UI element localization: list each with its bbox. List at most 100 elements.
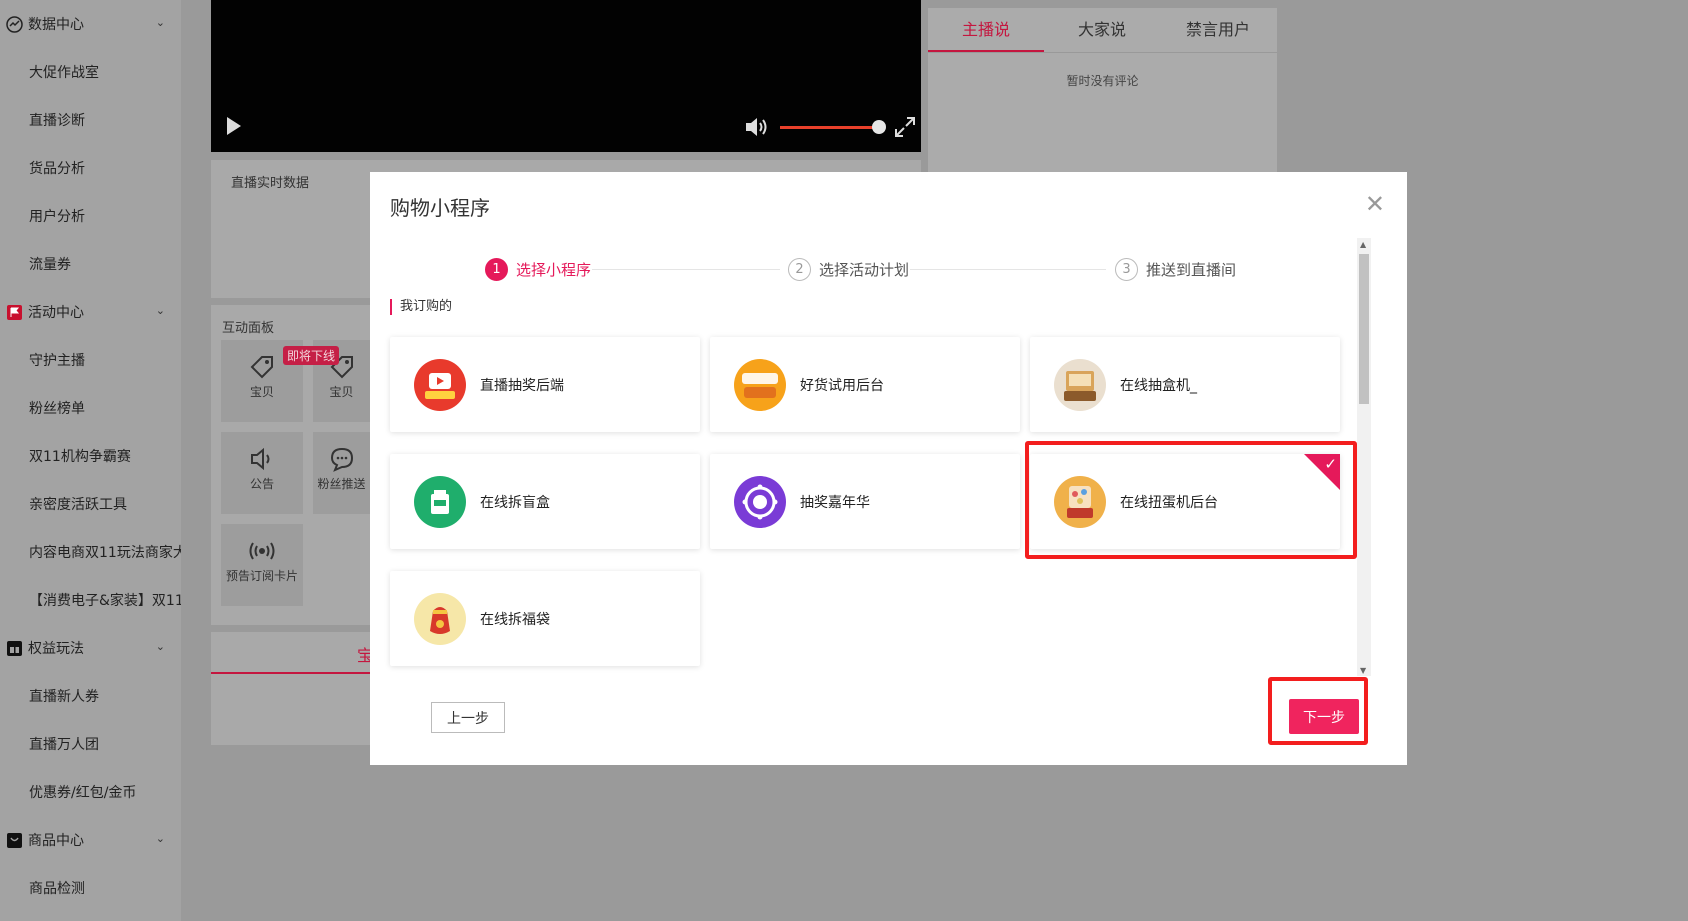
sidebar-item[interactable]: 双11机构争霸赛 — [0, 441, 181, 471]
sidebar-item[interactable]: 流量券 — [0, 249, 181, 279]
stepper: 1 选择小程序 2 选择活动计划 3 推送到直播间 — [485, 258, 1255, 282]
chat-icon — [313, 445, 370, 475]
miniapp-grid: 直播抽奖后端 好货试用后台 在线抽盒机_ 在线拆盲盒 抽奖嘉年华 在线扭蛋机后台… — [390, 337, 1344, 697]
chart-circle-icon — [6, 15, 23, 33]
close-icon[interactable]: ✕ — [1365, 190, 1385, 218]
flag-icon — [6, 304, 23, 321]
sidebar-item[interactable]: 粉丝榜单 — [0, 393, 181, 423]
miniapp-card-lottery-carnival[interactable]: 抽奖嘉年华 — [710, 454, 1020, 549]
step-3: 3 推送到直播间 — [1115, 258, 1236, 281]
previous-step-button[interactable]: 上一步 — [431, 702, 505, 733]
step-connector — [592, 269, 780, 270]
panel-title: 互动面板 — [222, 321, 275, 336]
chevron-down-icon[interactable]: ⌄ — [156, 640, 165, 653]
sidebar-item[interactable]: 大促作战室 — [0, 57, 181, 87]
dialog-title: 购物小程序 — [390, 196, 490, 220]
scrollbar[interactable]: ▲ ▼ — [1357, 238, 1371, 676]
sidebar-section-data-center[interactable]: 数据中心 ⌄ — [0, 9, 181, 39]
sidebar-section-label: 权益玩法 — [28, 641, 84, 657]
tile-label: 预告订阅卡片 — [225, 569, 298, 583]
tile-label: 公告 — [249, 477, 274, 491]
panel-title: 直播实时数据 — [231, 176, 310, 191]
miniapp-label: 在线拆盲盒 — [480, 494, 550, 511]
sidebar-section-benefits[interactable]: 权益玩法 ⌄ — [0, 633, 181, 663]
miniapp-label: 直播抽奖后端 — [480, 377, 564, 394]
volume-slider-track[interactable] — [780, 126, 876, 129]
fullscreen-icon[interactable] — [894, 116, 916, 142]
tv-lottery-icon — [414, 358, 466, 411]
step-label: 选择小程序 — [516, 261, 592, 279]
sidebar-section-product-center[interactable]: 商品中心 ⌄ — [0, 825, 181, 855]
sidebar-section-activity-center[interactable]: 活动中心 ⌄ — [0, 297, 181, 327]
tab-anchor-says[interactable]: 主播说 — [928, 8, 1044, 52]
step-1: 1 选择小程序 — [485, 258, 591, 281]
tab-underline — [211, 672, 371, 674]
tile-label: 宝贝 — [249, 385, 274, 399]
miniapp-card-blind-box[interactable]: 在线拆盲盒 — [390, 454, 700, 549]
gacha-machine-icon — [1054, 475, 1106, 528]
volume-slider-handle[interactable] — [872, 120, 886, 134]
miniapp-card-trial[interactable]: 好货试用后台 — [710, 337, 1020, 432]
volume-icon[interactable] — [744, 116, 768, 142]
miniapp-label: 在线扭蛋机后台 — [1120, 494, 1218, 511]
tile-preview-card[interactable]: 预告订阅卡片 — [221, 524, 303, 606]
wheel-icon — [734, 475, 786, 528]
empty-comments-text: 暂时没有评论 — [1066, 74, 1139, 88]
bag-icon — [6, 832, 23, 849]
tile-label: 粉丝推送 — [317, 477, 366, 491]
trial-logo-icon — [734, 358, 786, 411]
tabs-divider — [928, 52, 1277, 53]
sidebar-item[interactable]: 亲密度活跃工具 — [0, 489, 181, 519]
chevron-down-icon[interactable]: ⌄ — [156, 304, 165, 317]
gift-icon — [6, 640, 23, 657]
sidebar-item[interactable]: 直播万人团 — [0, 729, 181, 759]
section-label-subscribed: 我订购的 — [390, 299, 452, 315]
play-icon[interactable] — [225, 116, 243, 140]
step-number: 1 — [485, 258, 508, 281]
step-number: 3 — [1115, 258, 1138, 281]
video-player[interactable] — [211, 0, 921, 152]
tab-everyone-says[interactable]: 大家说 — [1044, 8, 1160, 52]
sidebar-item[interactable]: 货品分析 — [0, 153, 181, 183]
box-machine-icon — [1054, 358, 1106, 411]
step-connector — [910, 269, 1106, 270]
sidebar-item[interactable]: 【消费电子&家装】双11 — [0, 585, 181, 615]
miniapp-card-live-lottery[interactable]: 直播抽奖后端 — [390, 337, 700, 432]
sidebar-section-label: 商品中心 — [28, 833, 84, 849]
chevron-down-icon[interactable]: ⌄ — [156, 832, 165, 845]
miniapp-label: 在线抽盒机_ — [1120, 377, 1197, 394]
chevron-down-icon[interactable]: ⌄ — [156, 16, 165, 29]
sidebar-item[interactable]: 直播诊断 — [0, 105, 181, 135]
miniapp-label: 在线拆福袋 — [480, 611, 550, 628]
sidebar-item[interactable]: 用户分析 — [0, 201, 181, 231]
tab-muted-users[interactable]: 禁言用户 — [1160, 8, 1276, 52]
sidebar-item[interactable]: 优惠券/红包/金币 — [0, 777, 181, 807]
step-number: 2 — [788, 258, 811, 281]
step-label: 推送到直播间 — [1146, 261, 1237, 279]
sidebar-item[interactable]: 直播新人券 — [0, 681, 181, 711]
sidebar-section-label: 活动中心 — [28, 305, 84, 321]
broadcast-icon — [221, 537, 303, 567]
sidebar-item[interactable]: 商品检测 — [0, 873, 181, 903]
miniapp-card-lucky-bag[interactable]: 在线拆福袋 — [390, 571, 700, 666]
tile-announcement[interactable]: 公告 — [221, 432, 303, 514]
miniapp-card-blind-box-machine[interactable]: 在线抽盒机_ — [1030, 337, 1340, 432]
step-2: 2 选择活动计划 — [788, 258, 909, 281]
sidebar-item[interactable]: 内容电商双11玩法商家大 — [0, 537, 181, 567]
miniapp-card-gacha-machine[interactable]: 在线扭蛋机后台 ✓ — [1030, 454, 1340, 549]
sidebar: 数据中心 ⌄ 大促作战室 直播诊断 货品分析 用户分析 流量券 活动中心 ⌄ 守… — [0, 0, 181, 921]
tile-fan-push[interactable]: 粉丝推送 — [313, 432, 370, 514]
miniapp-label: 抽奖嘉年华 — [800, 494, 870, 511]
gift-box-icon — [414, 475, 466, 528]
scroll-down-icon[interactable]: ▼ — [1360, 666, 1366, 675]
speaker-icon — [221, 445, 303, 475]
status-badge: 即将下线 — [283, 346, 340, 365]
next-step-button[interactable]: 下一步 — [1289, 699, 1359, 734]
shopping-miniapp-dialog: 购物小程序 ✕ 1 选择小程序 2 选择活动计划 3 推送到直播间 我订购的 直… — [370, 172, 1407, 765]
miniapp-label: 好货试用后台 — [800, 377, 884, 394]
step-label: 选择活动计划 — [819, 261, 910, 279]
scroll-up-icon[interactable]: ▲ — [1360, 240, 1366, 249]
comment-tabs-panel: 主播说 大家说 禁言用户 暂时没有评论 — [928, 8, 1277, 172]
sidebar-item[interactable]: 守护主播 — [0, 345, 181, 375]
scrollbar-thumb[interactable] — [1359, 254, 1369, 404]
